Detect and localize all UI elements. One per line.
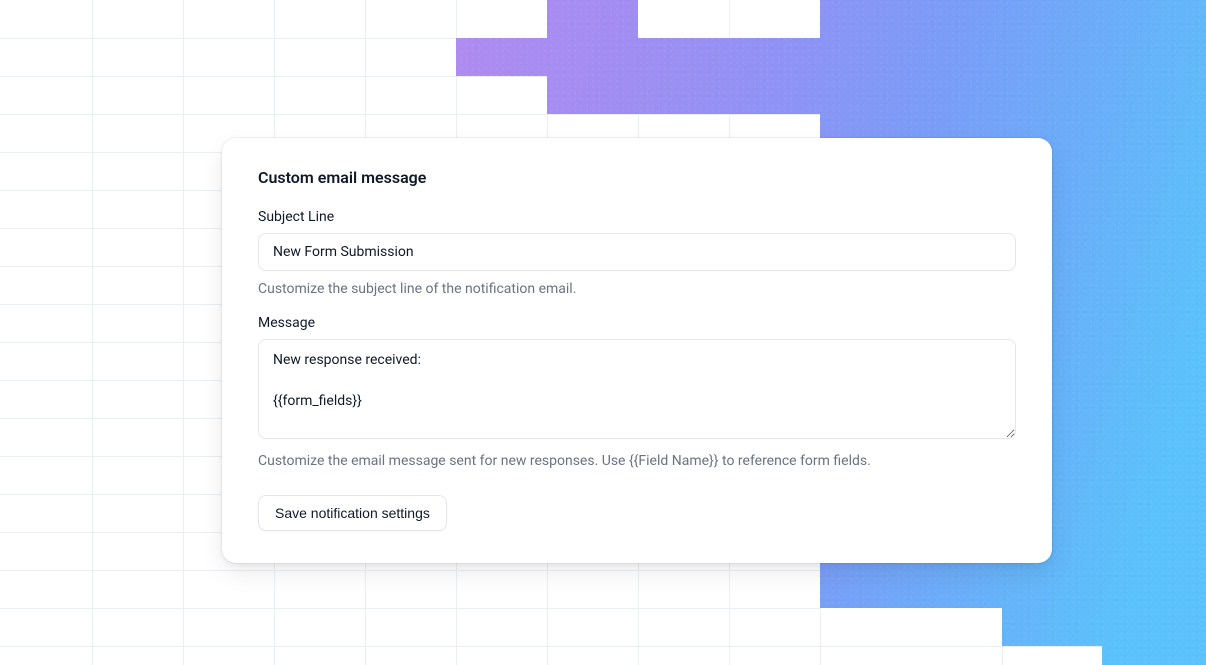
card-title: Custom email message <box>258 168 1016 187</box>
subject-input[interactable] <box>258 233 1016 271</box>
subject-label: Subject Line <box>258 209 1016 225</box>
message-label: Message <box>258 315 1016 331</box>
message-help: Customize the email message sent for new… <box>258 453 1016 469</box>
save-notification-settings-button[interactable]: Save notification settings <box>258 495 447 531</box>
message-field: Message Customize the email message sent… <box>258 315 1016 469</box>
subject-help: Customize the subject line of the notifi… <box>258 281 1016 297</box>
message-textarea[interactable] <box>258 339 1016 439</box>
subject-field: Subject Line Customize the subject line … <box>258 209 1016 297</box>
custom-email-card: Custom email message Subject Line Custom… <box>222 138 1052 563</box>
